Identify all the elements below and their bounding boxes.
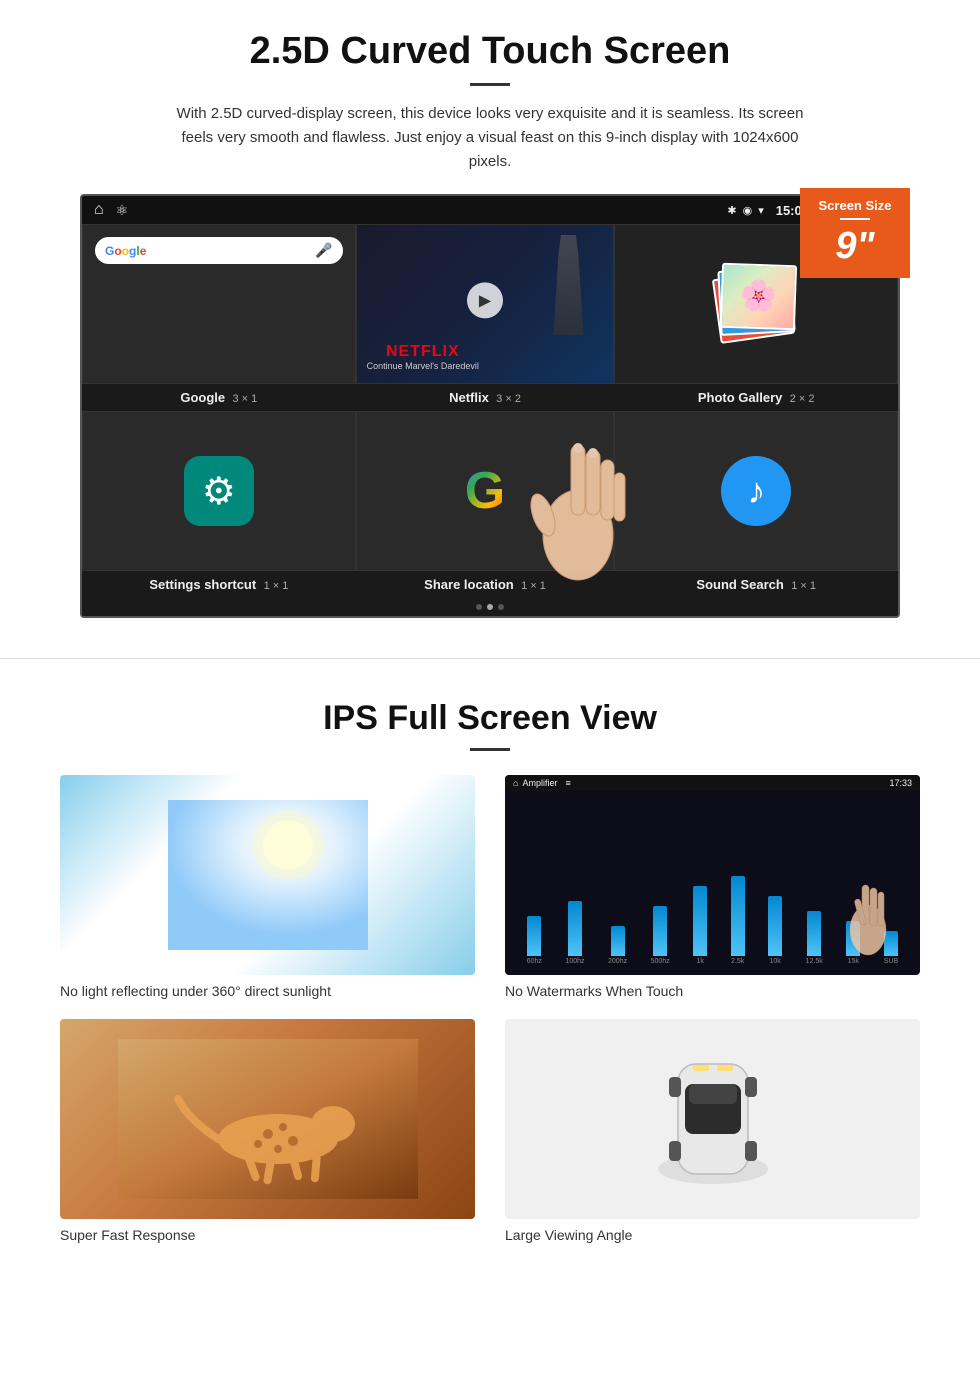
android-screen: ⌂ ⚛ ✱ ◉ ▾ 15:06 📷 🔊 ✕ ▢: [80, 194, 900, 618]
ips-caption-sunlight: No light reflecting under 360° direct su…: [60, 983, 475, 999]
ips-item-car: Large Viewing Angle: [505, 1019, 920, 1243]
google-search-bar[interactable]: Google 🎤: [95, 237, 343, 264]
badge-divider: [840, 218, 870, 220]
app-labels-row2: Settings shortcut 1 × 1 Share location 1…: [82, 571, 898, 598]
gallery-app-size: 2 × 2: [790, 393, 815, 405]
gallery-stack: 🌸: [711, 264, 801, 344]
settings-label-cell: Settings shortcut 1 × 1: [82, 571, 356, 598]
page: 2.5D Curved Touch Screen With 2.5D curve…: [0, 0, 980, 1273]
eq-time: 17:33: [889, 778, 912, 788]
car-svg: [613, 1039, 813, 1199]
ips-item-equalizer: ⌂ Amplifier ≡ 17:33 60hz: [505, 775, 920, 999]
eq-hand: [840, 870, 900, 965]
section1: 2.5D Curved Touch Screen With 2.5D curve…: [0, 0, 980, 638]
google-label-cell: Google 3 × 1: [82, 384, 356, 411]
ips-img-sunlight: [60, 775, 475, 975]
netflix-label-cell: Netflix 3 × 2: [356, 384, 615, 411]
section2: IPS Full Screen View: [0, 679, 980, 1273]
maps-label-cell: Share location 1 × 1: [356, 571, 615, 598]
ips-item-cheetah: Super Fast Response: [60, 1019, 475, 1243]
ips-caption-cheetah: Super Fast Response: [60, 1227, 475, 1243]
google-app-size: 3 × 1: [233, 393, 258, 405]
app-grid-row1: Google 🎤 ▶ NETFLIX: [82, 224, 898, 384]
netflix-app-name: Netflix: [449, 390, 489, 405]
netflix-subtitle: Continue Marvel's Daredevil: [367, 361, 479, 371]
eq-bar-4: 500hz: [651, 906, 670, 965]
bottom-dots: [82, 598, 898, 616]
netflix-play-button[interactable]: ▶: [467, 282, 503, 318]
section2-title-divider: [470, 748, 510, 751]
app-cell-sound[interactable]: ♪: [614, 411, 898, 571]
section1-title: 2.5D Curved Touch Screen: [60, 30, 920, 73]
ips-img-equalizer: ⌂ Amplifier ≡ 17:33 60hz: [505, 775, 920, 975]
flower-image: 🌸: [722, 265, 795, 328]
location-icon: ◉: [743, 204, 753, 217]
netflix-app-size: 3 × 2: [496, 393, 521, 405]
ips-img-cheetah: [60, 1019, 475, 1219]
sunlight-svg: [168, 800, 368, 950]
eq-bar-6: 2.5k: [731, 876, 745, 965]
eq-bar-8: 12.5k: [806, 911, 823, 965]
section-divider: [0, 658, 980, 659]
ips-caption-equalizer: No Watermarks When Touch: [505, 983, 920, 999]
wifi-icon: ▾: [758, 204, 764, 217]
ips-grid: No light reflecting under 360° direct su…: [60, 775, 920, 1243]
section1-title-divider: [470, 83, 510, 86]
section1-description: With 2.5D curved-display screen, this de…: [170, 102, 810, 174]
daredevil-figure: [543, 235, 593, 335]
eq-bar-1: 60hz: [527, 916, 542, 965]
maps-g-icon: G: [465, 461, 505, 521]
eq-status-bar: ⌂ Amplifier ≡ 17:33: [505, 775, 920, 791]
google-logo: Google: [105, 244, 146, 258]
mic-icon: 🎤: [315, 242, 332, 259]
ips-item-sunlight: No light reflecting under 360° direct su…: [60, 775, 475, 999]
netflix-label: NETFLIX Continue Marvel's Daredevil: [367, 343, 479, 371]
badge-size: 9": [812, 225, 898, 268]
settings-app-name: Settings shortcut: [149, 577, 256, 592]
app-grid-row2: ⚙ G: [82, 411, 898, 571]
maps-app-name: Share location: [424, 577, 514, 592]
badge-title: Screen Size: [812, 198, 898, 213]
settings-icon-wrap: ⚙: [184, 456, 254, 526]
eq-title-text: Amplifier: [522, 778, 557, 788]
settings-app-size: 1 × 1: [264, 580, 289, 592]
dot-3: [498, 604, 504, 610]
gallery-card-3: 🌸: [720, 263, 797, 331]
dot-1: [476, 604, 482, 610]
maps-icon-wrap: G: [465, 461, 505, 521]
status-bar: ⌂ ⚛ ✱ ◉ ▾ 15:06 📷 🔊 ✕ ▢: [82, 196, 898, 224]
app-cell-settings[interactable]: ⚙: [82, 411, 356, 571]
google-app-name: Google: [180, 390, 225, 405]
app-cell-google[interactable]: Google 🎤: [82, 224, 356, 384]
eq-menu-icon: ≡: [565, 778, 570, 788]
app-cell-netflix[interactable]: ▶ NETFLIX Continue Marvel's Daredevil: [356, 224, 615, 384]
app-cell-maps[interactable]: G: [356, 411, 615, 571]
eq-bar-7: 10k: [768, 896, 782, 965]
gallery-app-name: Photo Gallery: [698, 390, 783, 405]
dot-2: [487, 604, 493, 610]
eq-bar-3: 200hz: [608, 926, 627, 965]
settings-gear-icon: ⚙: [202, 469, 236, 514]
usb-icon: ⚛: [116, 202, 129, 219]
sound-app-name: Sound Search: [696, 577, 783, 592]
eq-bar-2: 100hz: [565, 901, 584, 965]
sound-app-size: 1 × 1: [791, 580, 816, 592]
sound-icon-wrap: ♪: [721, 456, 791, 526]
screen-size-badge: Screen Size 9": [800, 188, 910, 278]
sound-label-cell: Sound Search 1 × 1: [614, 571, 898, 598]
eq-bar-5: 1k: [693, 886, 707, 965]
netflix-brand: NETFLIX: [367, 343, 479, 361]
gallery-label-cell: Photo Gallery 2 × 2: [614, 384, 898, 411]
app-labels-row1: Google 3 × 1 Netflix 3 × 2 Photo Gallery…: [82, 384, 898, 411]
eq-home-icon: ⌂: [513, 778, 518, 788]
sound-note-icon: ♪: [747, 470, 765, 512]
cheetah-svg: [118, 1039, 418, 1199]
section2-title: IPS Full Screen View: [60, 699, 920, 738]
ips-caption-car: Large Viewing Angle: [505, 1227, 920, 1243]
bluetooth-icon: ✱: [727, 204, 736, 217]
ips-img-car: [505, 1019, 920, 1219]
maps-app-size: 1 × 1: [521, 580, 546, 592]
home-icon: ⌂: [94, 201, 104, 219]
device-wrapper: Screen Size 9" ⌂ ⚛ ✱ ◉ ▾ 15:06 📷 🔊 ✕: [80, 194, 900, 618]
